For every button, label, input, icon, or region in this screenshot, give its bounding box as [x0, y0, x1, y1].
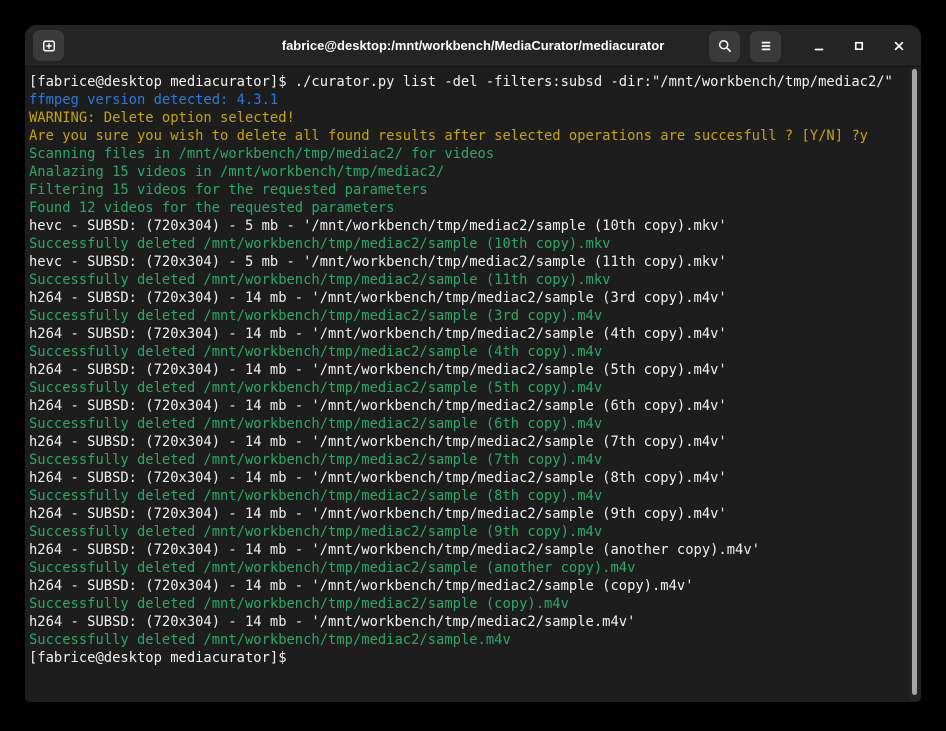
minimize-button[interactable] — [805, 32, 833, 60]
desktop-background: fabrice@desktop:/mnt/workbench/MediaCura… — [0, 0, 946, 731]
terminal-window: fabrice@desktop:/mnt/workbench/MediaCura… — [25, 25, 921, 702]
terminal-line: Successfully deleted /mnt/workbench/tmp/… — [29, 271, 903, 289]
terminal-line: h264 - SUBSD: (720x304) - 14 mb - '/mnt/… — [29, 613, 903, 631]
close-button[interactable] — [885, 32, 913, 60]
terminal-line: Successfully deleted /mnt/workbench/tmp/… — [29, 451, 903, 469]
terminal-line: h264 - SUBSD: (720x304) - 14 mb - '/mnt/… — [29, 289, 903, 307]
terminal-line: Analazing 15 videos in /mnt/workbench/tm… — [29, 163, 903, 181]
terminal-line: h264 - SUBSD: (720x304) - 14 mb - '/mnt/… — [29, 325, 903, 343]
new-tab-button[interactable] — [33, 30, 64, 61]
terminal-line: Successfully deleted /mnt/workbench/tmp/… — [29, 379, 903, 397]
terminal-line: Successfully deleted /mnt/workbench/tmp/… — [29, 487, 903, 505]
hamburger-menu-icon — [758, 38, 774, 54]
terminal-line: Are you sure you wish to delete all foun… — [29, 127, 903, 145]
terminal-line: Successfully deleted /mnt/workbench/tmp/… — [29, 307, 903, 325]
menu-button[interactable] — [750, 31, 781, 62]
search-icon — [717, 38, 733, 54]
terminal-line: h264 - SUBSD: (720x304) - 14 mb - '/mnt/… — [29, 577, 903, 595]
terminal-line: h264 - SUBSD: (720x304) - 14 mb - '/mnt/… — [29, 433, 903, 451]
terminal-line: WARNING: Delete option selected! — [29, 109, 903, 127]
window-controls — [805, 32, 913, 60]
terminal-line: ffmpeg version detected: 4.3.1 — [29, 91, 903, 109]
terminal-line: Scanning files in /mnt/workbench/tmp/med… — [29, 145, 903, 163]
close-icon — [891, 38, 907, 54]
maximize-icon — [851, 38, 867, 54]
search-button[interactable] — [709, 31, 740, 62]
new-tab-icon — [41, 38, 57, 54]
terminal-line: Successfully deleted /mnt/workbench/tmp/… — [29, 631, 903, 649]
terminal-line: h264 - SUBSD: (720x304) - 14 mb - '/mnt/… — [29, 541, 903, 559]
terminal-line: Successfully deleted /mnt/workbench/tmp/… — [29, 415, 903, 433]
terminal-screen[interactable]: [fabrice@desktop mediacurator]$ ./curato… — [25, 67, 921, 701]
terminal-line: h264 - SUBSD: (720x304) - 14 mb - '/mnt/… — [29, 505, 903, 523]
terminal-line: Filtering 15 videos for the requested pa… — [29, 181, 903, 199]
terminal-line: hevc - SUBSD: (720x304) - 5 mb - '/mnt/w… — [29, 253, 903, 271]
terminal-line: hevc - SUBSD: (720x304) - 5 mb - '/mnt/w… — [29, 217, 903, 235]
titlebar[interactable]: fabrice@desktop:/mnt/workbench/MediaCura… — [25, 25, 921, 67]
terminal-output: [fabrice@desktop mediacurator]$ ./curato… — [29, 73, 903, 667]
terminal-line: [fabrice@desktop mediacurator]$ — [29, 649, 903, 667]
scrollbar-track[interactable] — [909, 67, 921, 701]
maximize-button[interactable] — [845, 32, 873, 60]
terminal-line: Successfully deleted /mnt/workbench/tmp/… — [29, 595, 903, 613]
terminal-line: h264 - SUBSD: (720x304) - 14 mb - '/mnt/… — [29, 397, 903, 415]
terminal-line: h264 - SUBSD: (720x304) - 14 mb - '/mnt/… — [29, 361, 903, 379]
terminal-line: Successfully deleted /mnt/workbench/tmp/… — [29, 559, 903, 577]
scrollbar-thumb[interactable] — [912, 69, 917, 695]
minimize-icon — [811, 38, 827, 54]
terminal-line: Found 12 videos for the requested parame… — [29, 199, 903, 217]
terminal-line: Successfully deleted /mnt/workbench/tmp/… — [29, 235, 903, 253]
terminal-line: [fabrice@desktop mediacurator]$ ./curato… — [29, 73, 903, 91]
terminal-line: Successfully deleted /mnt/workbench/tmp/… — [29, 523, 903, 541]
terminal-line: h264 - SUBSD: (720x304) - 14 mb - '/mnt/… — [29, 469, 903, 487]
terminal-line: Successfully deleted /mnt/workbench/tmp/… — [29, 343, 903, 361]
titlebar-controls — [709, 25, 913, 67]
